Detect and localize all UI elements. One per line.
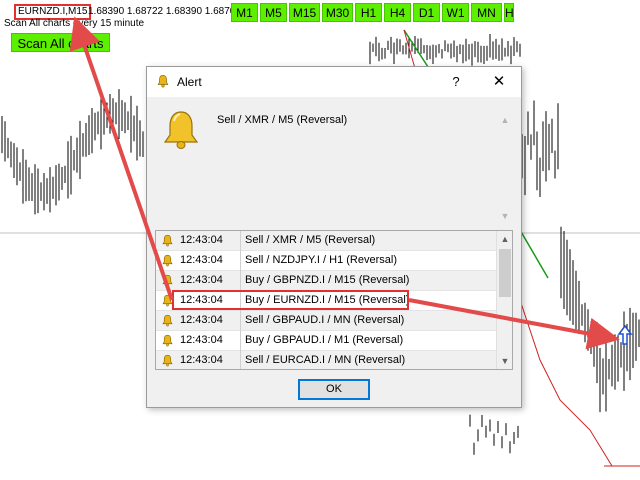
dialog-title: Alert (177, 75, 202, 89)
column-divider (240, 331, 241, 351)
alert-row[interactable]: 12:43:04 Sell / XMR / M5 (Reversal) (156, 231, 496, 251)
alert-time: 12:43:04 (180, 354, 223, 366)
alert-row[interactable]: 12:43:04 Sell / EURCAD.I / MN (Reversal) (156, 351, 496, 369)
alert-time: 12:43:04 (180, 294, 223, 306)
ok-button[interactable]: OK (298, 379, 370, 400)
bell-icon (162, 234, 173, 247)
trend-line-red-lower (519, 299, 613, 467)
alert-dialog: Alert ? ✕ Sell / XMR / M5 (Reversal) ▲ ▼… (146, 66, 522, 408)
scrollbar-thumb[interactable] (499, 249, 511, 297)
bell-icon (162, 314, 173, 327)
alert-row[interactable]: 12:43:04 Buy / EURNZD.I / M15 (Reversal) (156, 291, 496, 311)
column-divider (240, 271, 241, 291)
alert-text: Sell / XMR / M5 (Reversal) (245, 234, 376, 246)
column-divider (240, 251, 241, 271)
bell-icon (162, 354, 173, 367)
alert-text: Sell / EURCAD.I / MN (Reversal) (245, 354, 406, 366)
alert-time: 12:43:04 (180, 254, 223, 266)
chart-ohlc-prices: 1.68390 1.68722 1.68390 1.68703 (88, 6, 241, 17)
column-divider (240, 311, 241, 331)
bell-icon (162, 274, 173, 287)
timeframe-button-h[interactable]: H (504, 3, 514, 22)
scroll-up-icon[interactable]: ▲ (497, 231, 512, 247)
bell-icon (157, 74, 169, 88)
bell-icon (163, 111, 199, 149)
message-scrollbar[interactable]: ▲ ▼ (499, 115, 511, 221)
timeframe-button-m5[interactable]: M5 (260, 3, 287, 22)
scan-interval-note: Scan All charts every 15 minute (4, 18, 145, 29)
column-divider (240, 231, 241, 251)
timeframe-button-m15[interactable]: M15 (289, 3, 320, 22)
alert-time: 12:43:04 (180, 234, 223, 246)
alert-row[interactable]: 12:43:04 Buy / GBPNZD.I / M15 (Reversal) (156, 271, 496, 291)
timeframe-button-h4[interactable]: H4 (384, 3, 411, 22)
column-divider (240, 291, 241, 311)
alert-text: Buy / GBPNZD.I / M15 (Reversal) (245, 274, 410, 286)
timeframe-bar: M1 M5 M15 M30 H1 H4 D1 W1 MN H (231, 3, 516, 22)
alert-time: 12:43:04 (180, 334, 223, 346)
alert-row[interactable]: 12:43:04 Buy / GBPAUD.I / M1 (Reversal) (156, 331, 496, 351)
timeframe-button-m1[interactable]: M1 (231, 3, 258, 22)
alert-text: Buy / EURNZD.I / M15 (Reversal) (245, 294, 410, 306)
alert-message: Sell / XMR / M5 (Reversal) (217, 114, 348, 126)
scroll-up-icon[interactable]: ▲ (499, 115, 511, 125)
alert-time: 12:43:04 (180, 274, 223, 286)
list-scrollbar[interactable]: ▲ ▼ (496, 231, 512, 369)
timeframe-button-m30[interactable]: M30 (322, 3, 353, 22)
timeframe-button-h1[interactable]: H1 (355, 3, 382, 22)
alert-row[interactable]: 12:43:04 Sell / NZDJPY.I / H1 (Reversal) (156, 251, 496, 271)
alert-history-list: 12:43:04 Sell / XMR / M5 (Reversal) 12:43:… (155, 230, 513, 370)
timeframe-button-d1[interactable]: D1 (413, 3, 440, 22)
scroll-down-icon[interactable]: ▼ (499, 211, 511, 221)
alert-text: Buy / GBPAUD.I / M1 (Reversal) (245, 334, 404, 346)
dialog-title-bar[interactable]: Alert ? ✕ (147, 67, 521, 97)
bell-icon (162, 334, 173, 347)
up-arrow-icon (617, 324, 633, 345)
alert-time: 12:43:04 (180, 314, 223, 326)
help-button[interactable]: ? (444, 72, 468, 92)
alert-text: Sell / GBPAUD.I / MN (Reversal) (245, 314, 405, 326)
bell-icon (162, 294, 173, 307)
timeframe-button-mn[interactable]: MN (471, 3, 502, 22)
alert-text: Sell / NZDJPY.I / H1 (Reversal) (245, 254, 398, 266)
timeframe-button-w1[interactable]: W1 (442, 3, 469, 22)
alert-row[interactable]: 12:43:04 Sell / GBPAUD.I / MN (Reversal) (156, 311, 496, 331)
bell-icon (162, 254, 173, 267)
close-button[interactable]: ✕ (487, 72, 511, 92)
scroll-down-icon[interactable]: ▼ (497, 353, 512, 369)
scan-all-charts-button[interactable]: Scan All charts (11, 33, 110, 52)
column-divider (240, 351, 241, 369)
